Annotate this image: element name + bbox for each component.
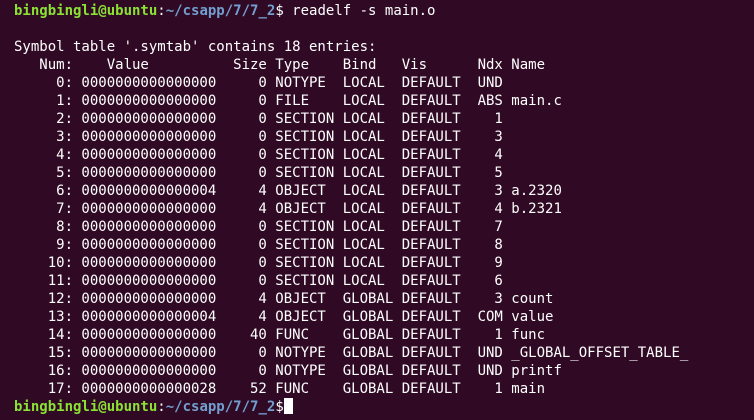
symbol-row: 17: 0000000000000028 52 FUNC GLOBAL DEFA… [14,381,546,397]
symbol-table-header: Num: Value Size Type Bind Vis Ndx Name [14,57,546,73]
symbol-row: 14: 0000000000000000 40 FUNC GLOBAL DEFA… [14,327,546,343]
symbol-row: 9: 0000000000000000 0 SECTION LOCAL DEFA… [14,237,512,253]
symbol-row: 15: 0000000000000000 0 NOTYPE GLOBAL DEF… [14,345,689,361]
prompt-cwd: ~/csapp/7/7_2 [165,399,276,415]
symbol-row: 8: 0000000000000000 0 SECTION LOCAL DEFA… [14,219,512,235]
symbol-row: 11: 0000000000000000 0 SECTION LOCAL DEF… [14,273,512,289]
symbol-row: 4: 0000000000000000 0 SECTION LOCAL DEFA… [14,147,512,163]
symbol-row: 13: 0000000000000004 4 OBJECT GLOBAL DEF… [14,309,554,325]
symbol-row: 6: 0000000000000004 4 OBJECT LOCAL DEFAU… [14,183,562,199]
terminal-window[interactable]: bingbingli@ubuntu:~/csapp/7/7_2$ readelf… [0,0,754,420]
terminal-output: bingbingli@ubuntu:~/csapp/7/7_2$ readelf… [14,2,688,416]
prompt-symbol: $ [275,3,284,19]
prompt-user-host: bingbingli@ubuntu [14,399,158,415]
symbol-row: 3: 0000000000000000 0 SECTION LOCAL DEFA… [14,129,512,145]
command-text: readelf -s main.o [283,3,436,19]
symbol-row: 0: 0000000000000000 0 NOTYPE LOCAL DEFAU… [14,75,512,91]
symbol-row: 2: 0000000000000000 0 SECTION LOCAL DEFA… [14,111,512,127]
symbol-row: 16: 0000000000000000 0 NOTYPE GLOBAL DEF… [14,363,562,379]
symbol-row: 12: 0000000000000000 4 OBJECT GLOBAL DEF… [14,291,554,307]
prompt-symbol: $ [275,399,284,415]
text-cursor[interactable] [283,398,293,414]
prompt-cwd: ~/csapp/7/7_2 [165,3,276,19]
prompt-separator: : [157,3,166,19]
symbol-row: 7: 0000000000000000 4 OBJECT LOCAL DEFAU… [14,201,562,217]
symbol-row: 1: 0000000000000000 0 FILE LOCAL DEFAULT… [14,93,562,109]
symbol-row: 5: 0000000000000000 0 SECTION LOCAL DEFA… [14,165,512,181]
symbol-row: 10: 0000000000000000 0 SECTION LOCAL DEF… [14,255,512,271]
symbol-table-title: Symbol table '.symtab' contains 18 entri… [14,39,377,55]
prompt-user-host: bingbingli@ubuntu [14,3,158,19]
prompt-separator: : [157,399,166,415]
